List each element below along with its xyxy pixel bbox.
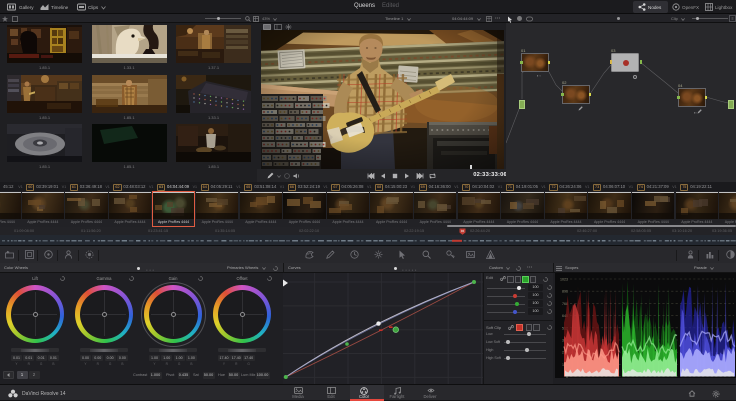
svg-text:1023: 1023 <box>560 278 568 282</box>
svg-text:896: 896 <box>562 290 568 294</box>
